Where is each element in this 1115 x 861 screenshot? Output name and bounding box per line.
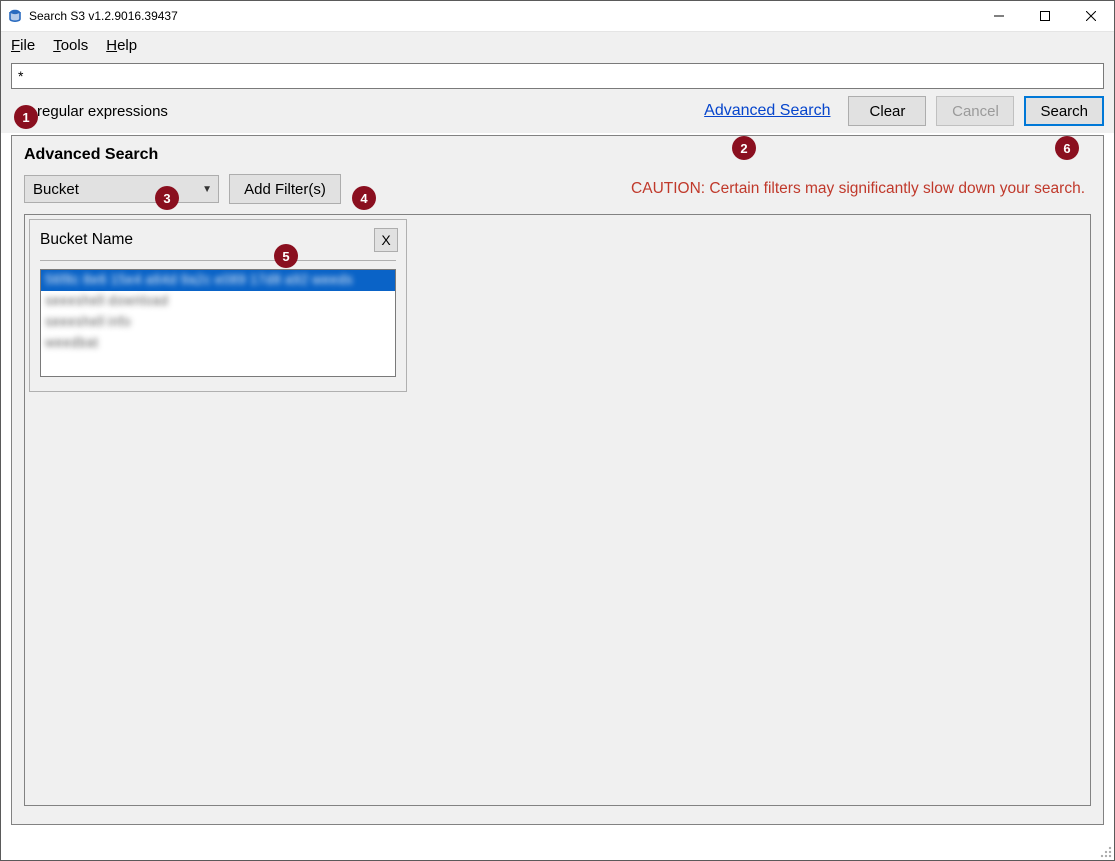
- regex-checkbox-label: se regular expressions: [17, 103, 168, 120]
- list-item[interactable]: 56f8c 8e6 15e4 a64d 9a2c e089 17d8 a92 w…: [41, 270, 395, 291]
- window-title: Search S3 v1.2.9016.39437: [29, 9, 976, 23]
- annotation-badge-5: 5: [274, 244, 298, 268]
- caution-text: CAUTION: Certain filters may significant…: [631, 180, 1091, 198]
- advanced-search-link[interactable]: Advanced Search: [704, 102, 830, 120]
- list-item[interactable]: seeeshell download: [41, 291, 395, 312]
- menu-file[interactable]: File: [11, 37, 35, 54]
- annotation-badge-6: 6: [1055, 136, 1079, 160]
- menu-help[interactable]: Help: [106, 37, 137, 54]
- clear-button[interactable]: Clear: [848, 96, 926, 126]
- annotation-badge-3: 3: [155, 186, 179, 210]
- window-controls: [976, 1, 1114, 31]
- search-button[interactable]: Search: [1024, 96, 1104, 126]
- menubar: File Tools Help: [1, 31, 1114, 59]
- search-input[interactable]: [11, 63, 1104, 89]
- resize-grip[interactable]: [1098, 844, 1112, 858]
- advanced-search-panel: Advanced Search Bucket ▼ Add Filter(s) C…: [11, 135, 1104, 825]
- annotation-badge-1: 1: [14, 105, 38, 129]
- filter-type-value: Bucket: [33, 181, 79, 198]
- list-item[interactable]: seeeshell info: [41, 312, 395, 333]
- annotation-badge-2: 2: [732, 136, 756, 160]
- bucket-list[interactable]: 56f8c 8e6 15e4 a64d 9a2c e089 17d8 a92 w…: [40, 269, 396, 377]
- divider: [40, 260, 396, 261]
- filter-card-close-button[interactable]: X: [374, 228, 398, 252]
- chevron-down-icon: ▼: [202, 184, 212, 195]
- list-item[interactable]: weedbat: [41, 333, 395, 354]
- controls-row: se regular expressions Advanced Search C…: [1, 89, 1114, 133]
- maximize-button[interactable]: [1022, 1, 1068, 31]
- close-button[interactable]: [1068, 1, 1114, 31]
- search-row: [1, 59, 1114, 89]
- filter-type-select[interactable]: Bucket ▼: [24, 175, 219, 203]
- filter-card-title: Bucket Name: [40, 231, 133, 249]
- regex-checkbox-area: se regular expressions: [11, 103, 694, 120]
- titlebar: Search S3 v1.2.9016.39437: [1, 1, 1114, 31]
- cancel-button[interactable]: Cancel: [936, 96, 1014, 126]
- advanced-search-title: Advanced Search: [12, 136, 1103, 170]
- minimize-button[interactable]: [976, 1, 1022, 31]
- filters-area: Bucket Name X 56f8c 8e6 15e4 a64d 9a2c e…: [24, 214, 1091, 806]
- bucket-filter-card: Bucket Name X 56f8c 8e6 15e4 a64d 9a2c e…: [29, 219, 407, 392]
- add-filter-button[interactable]: Add Filter(s): [229, 174, 341, 204]
- menu-tools[interactable]: Tools: [53, 37, 88, 54]
- app-icon: [7, 8, 23, 24]
- annotation-badge-4: 4: [352, 186, 376, 210]
